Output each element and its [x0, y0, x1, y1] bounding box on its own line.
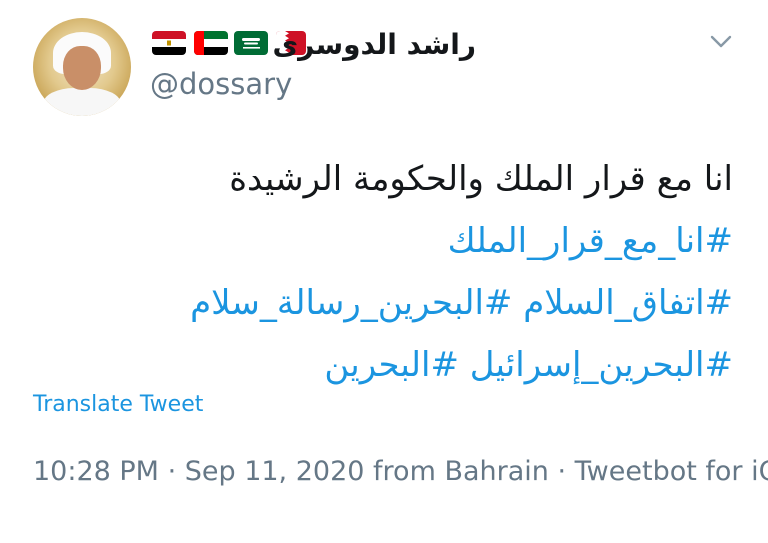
- tweet-text-line: انا مع قرار الملك والحكومة الرشيدة: [229, 159, 733, 199]
- tweet-time[interactable]: 10:28 PM: [33, 456, 159, 487]
- meta-separator: ·: [158, 456, 185, 487]
- avatar[interactable]: [33, 18, 131, 116]
- hashtag-link[interactable]: #البحرين_إسرائيل #البحرين: [13, 334, 733, 396]
- tweet-date[interactable]: Sep 11, 2020: [185, 456, 365, 487]
- avatar-shoulders: [43, 88, 121, 116]
- hashtag-link[interactable]: #انا_مع_قرار_الملك: [13, 210, 733, 272]
- saudi-flag-icon: [234, 31, 268, 55]
- uae-flag-icon: [194, 31, 228, 55]
- display-name[interactable]: راشد الدوسرى: [273, 28, 476, 62]
- username-handle[interactable]: @dossary: [150, 65, 292, 103]
- egypt-flag-icon: [152, 31, 186, 55]
- tweet-text: انا مع قرار الملك والحكومة الرشيدة #انا_…: [13, 148, 733, 396]
- tweet-location: from Bahrain: [364, 456, 549, 487]
- tweet-metadata: 10:28 PM · Sep 11, 2020 from Bahrain · T…: [33, 450, 768, 493]
- meta-separator: ·: [548, 456, 575, 487]
- hashtag-link[interactable]: #اتفاق_السلام #البحرين_رسالة_سلام: [13, 272, 733, 334]
- avatar-face: [63, 46, 101, 90]
- chevron-down-icon[interactable]: [707, 28, 735, 56]
- tweet-client[interactable]: Tweetbot for iOS: [575, 456, 768, 487]
- translate-tweet-link[interactable]: Translate Tweet: [33, 390, 203, 420]
